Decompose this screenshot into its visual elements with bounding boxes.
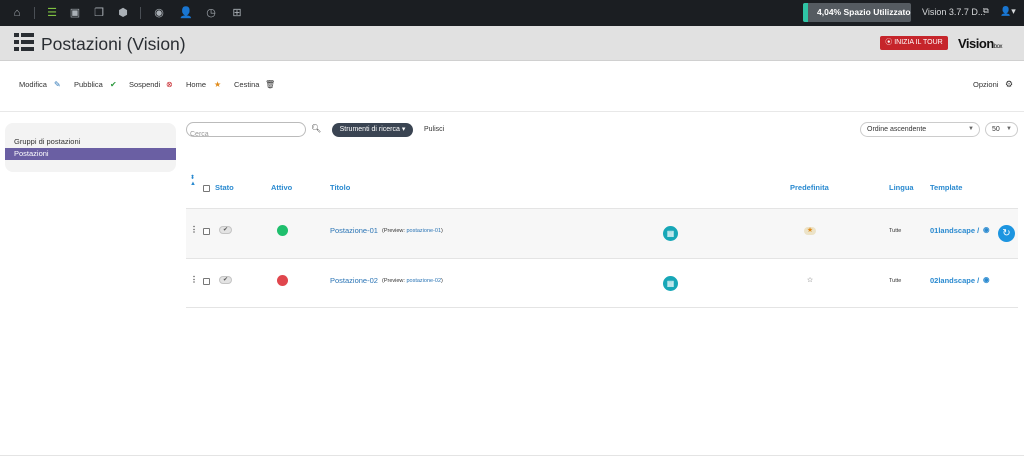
active-indicator[interactable]	[277, 275, 288, 286]
preview-text: (Preview: postazione-01)	[382, 228, 443, 234]
limit-select-value: 50	[992, 126, 1000, 133]
table-bottom-divider	[186, 307, 1018, 308]
row-checkbox[interactable]	[203, 228, 210, 235]
suspend-button[interactable]: Sospendi	[129, 80, 160, 89]
column-header-stato[interactable]: Stato	[215, 183, 234, 192]
row-menu-icon[interactable]: ⋮	[190, 225, 198, 234]
trash-icon[interactable]: 🗑	[265, 80, 275, 89]
clear-button[interactable]: Pulisci	[424, 126, 444, 133]
sidebar-item-stations[interactable]: Postazioni	[5, 148, 176, 160]
cancel-circle-icon[interactable]: ⊗	[166, 80, 173, 89]
user-settings-icon[interactable]: 👤	[177, 6, 195, 20]
page-title: Postazioni (Vision)	[41, 34, 186, 54]
brand-logo: Visionbox	[958, 36, 1002, 51]
grid-icon[interactable]: ⊞	[228, 6, 246, 20]
storage-usage-bar: 4,04% Spazio Utilizzato	[803, 3, 911, 22]
cube-icon[interactable]: ⬢	[116, 6, 130, 20]
sidebar: Gruppi di postazioni Postazioni	[5, 123, 176, 172]
map-marker-icon: ⦿	[885, 39, 893, 46]
column-header-predefinita[interactable]: Predefinita	[790, 183, 829, 192]
eye-icon[interactable]: ◉	[983, 225, 990, 234]
page-divider	[0, 455, 1024, 456]
top-navbar: ⌂ ☰ ▣ ❐ ⬢ ◉ 👤 ◷ ⊞ 4,04% Spazio Utilizzat…	[0, 0, 1024, 26]
start-tour-button[interactable]: ⦿ INIZIA IL TOUR	[880, 36, 948, 50]
refresh-icon[interactable]: ↻	[998, 225, 1015, 242]
order-select[interactable]: Ordine ascendente ▼	[860, 122, 980, 137]
search-tools-button[interactable]: Strumenti di ricerca ▾	[332, 123, 413, 137]
publish-button[interactable]: Pubblica	[74, 80, 103, 89]
action-toolbar: Modifica ✎ Pubblica ✔ Sospendi ⊗ Home ★ …	[0, 61, 1024, 112]
language-value: Tutte	[889, 228, 902, 234]
eye-icon[interactable]: ◉	[152, 6, 166, 20]
calendar-button[interactable]: ▦	[663, 226, 678, 241]
search-box	[186, 122, 306, 141]
calendar-button[interactable]: ▦	[663, 276, 678, 291]
trash-button[interactable]: Cestina	[234, 80, 259, 89]
windows-icon[interactable]: ❐	[92, 6, 106, 20]
external-link-icon[interactable]: ⧉	[983, 6, 989, 16]
clock-icon[interactable]: ◷	[204, 6, 218, 20]
limit-select[interactable]: 50 ▼	[985, 122, 1018, 137]
station-title-link[interactable]: Postazione-01	[330, 226, 378, 235]
station-title-link[interactable]: Postazione-02	[330, 276, 378, 285]
status-toggle[interactable]: ✔	[219, 226, 232, 234]
default-star-icon[interactable]: ☆	[804, 277, 816, 285]
preview-link[interactable]: postazione-02	[406, 278, 441, 284]
search-icon[interactable]: 🔍︎	[311, 124, 321, 133]
template-link[interactable]: 01landscape /	[930, 226, 979, 235]
column-header-lingua[interactable]: Lingua	[889, 183, 914, 192]
image-icon[interactable]: ▣	[68, 6, 82, 20]
user-menu-icon[interactable]: 👤▾	[1000, 6, 1016, 17]
template-link[interactable]: 02landscape /	[930, 276, 979, 285]
storage-usage-fill	[803, 3, 809, 22]
default-star-icon[interactable]: ★	[804, 227, 816, 235]
sidebar-item-groups[interactable]: Gruppi di postazioni	[5, 136, 176, 148]
search-input[interactable]	[187, 128, 305, 141]
topbar-divider	[34, 7, 35, 19]
options-button[interactable]: Opzioni	[973, 80, 998, 89]
order-select-value: Ordine ascendente	[867, 126, 927, 133]
home-icon[interactable]: ⌂	[10, 6, 24, 20]
language-value: Tutte	[889, 278, 902, 284]
chevron-down-icon: ▼	[968, 126, 974, 132]
page-header: Postazioni (Vision) ⦿ INIZIA IL TOUR Vis…	[0, 26, 1024, 61]
column-header-titolo[interactable]: Titolo	[330, 183, 350, 192]
list-icon	[14, 33, 34, 52]
preview-text: (Preview: postazione-02)	[382, 278, 443, 284]
status-toggle[interactable]: ✔	[219, 276, 232, 284]
sort-icon[interactable]: ⬍ ▲	[190, 175, 196, 187]
gear-icon[interactable]: ⚙	[1005, 79, 1013, 90]
edit-button[interactable]: Modifica	[19, 80, 47, 89]
list-icon[interactable]: ☰	[45, 6, 59, 20]
home-button[interactable]: Home	[186, 80, 206, 89]
storage-usage-label: 4,04% Spazio Utilizzato	[817, 7, 911, 17]
preview-link[interactable]: postazione-01	[406, 228, 441, 234]
check-icon[interactable]: ✔	[110, 80, 117, 89]
active-indicator[interactable]	[277, 225, 288, 236]
edit-icon[interactable]: ✎	[54, 80, 61, 89]
star-icon[interactable]: ★	[214, 80, 221, 89]
column-header-attivo[interactable]: Attivo	[271, 183, 292, 192]
topbar-divider	[140, 7, 141, 19]
start-tour-label: INIZIA IL TOUR	[894, 39, 943, 46]
column-header-template[interactable]: Template	[930, 183, 962, 192]
eye-icon[interactable]: ◉	[983, 275, 990, 284]
version-link[interactable]: Vision 3.7.7 D...	[922, 7, 985, 17]
select-all-checkbox[interactable]	[203, 185, 210, 192]
row-menu-icon[interactable]: ⋮	[190, 275, 198, 284]
row-checkbox[interactable]	[203, 278, 210, 285]
chevron-down-icon: ▼	[1006, 126, 1012, 132]
